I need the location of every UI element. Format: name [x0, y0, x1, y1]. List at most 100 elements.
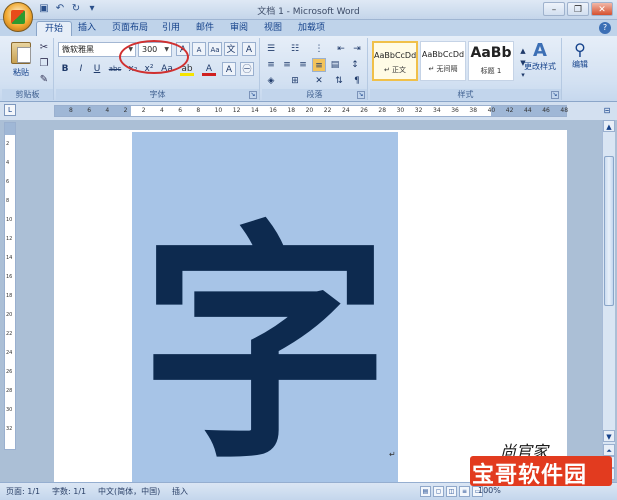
tab-references[interactable]: 引用 [154, 21, 188, 36]
editing-label: 编辑 [572, 60, 588, 69]
increase-indent-icon[interactable]: ⇥ [350, 42, 364, 56]
page[interactable]: 字 ↵ [54, 130, 567, 500]
numbering-icon[interactable]: ☷ [288, 42, 302, 56]
align-center-icon[interactable]: ≡ [280, 58, 294, 72]
restore-button[interactable]: ❐ [567, 2, 589, 16]
tab-view[interactable]: 视图 [256, 21, 290, 36]
strikethrough-button[interactable]: abc [108, 62, 122, 76]
help-icon[interactable]: ? [599, 22, 611, 34]
editing-button[interactable]: ⚲ 编辑 [566, 40, 594, 70]
vertical-ruler-tick: 4 [6, 160, 10, 166]
full-screen-icon[interactable]: ▢ [433, 486, 444, 497]
paragraph-dialog-launcher-icon[interactable]: ↘ [357, 91, 365, 99]
vertical-ruler[interactable]: 2 4 6 8 10 12 14 16 18 20 22 24 26 28 30 32 [4, 122, 16, 450]
print-layout-icon[interactable]: ▤ [420, 486, 431, 497]
paste-button[interactable]: 粘贴 [8, 40, 34, 86]
ruler-tick: 48 [560, 107, 569, 114]
tab-page-layout[interactable]: 页面布局 [104, 21, 156, 36]
enclose-characters-button[interactable]: ㊀ [240, 62, 254, 76]
document-character[interactable]: 字 [132, 222, 398, 472]
vertical-ruler-tick: 6 [6, 179, 10, 185]
top-margin-area [5, 123, 15, 135]
style-heading-1[interactable]: AaBb 标题 1 [468, 41, 514, 81]
previous-page-icon[interactable]: ⏶ [603, 444, 615, 456]
office-logo-icon [11, 10, 25, 24]
horizontal-ruler[interactable]: 8 6 4 2 2 4 6 8 10 12 14 16 18 20 22 24 26 28 30 32 34 36 38 40… [54, 105, 569, 117]
vertical-ruler-tick: 24 [6, 350, 13, 356]
underline-button[interactable]: U [90, 62, 104, 76]
justify-icon[interactable]: ≡ [312, 58, 326, 72]
align-left-icon[interactable]: ≡ [264, 58, 278, 72]
chinese-layout-icon[interactable]: ✕ [312, 74, 326, 88]
tab-insert[interactable]: 插入 [70, 21, 104, 36]
shrink-font-button[interactable]: A [192, 42, 206, 56]
character-shading-button[interactable]: A [222, 62, 236, 76]
tab-mailings[interactable]: 邮件 [188, 21, 222, 36]
vertical-ruler-tick: 16 [6, 274, 13, 280]
ribbon: 粘贴 ✂ ❐ ✎ 剪贴板 微软雅黑 ▼ 300 ▼ A A Aa 文 A B I… [0, 36, 617, 102]
cut-icon[interactable]: ✂ [38, 42, 50, 54]
document-area[interactable]: 字 ↵ [18, 120, 598, 500]
view-ruler-icon[interactable]: ⊟ [601, 105, 613, 117]
ruler-tick: 6 [178, 107, 183, 114]
window-controls: – ❐ ✕ [543, 2, 613, 16]
text-selection[interactable]: 字 ↵ [132, 132, 398, 500]
align-right-icon[interactable]: ≡ [296, 58, 310, 72]
distributed-icon[interactable]: ▤ [328, 58, 342, 72]
copy-icon[interactable]: ❐ [38, 58, 50, 70]
borders-icon[interactable]: ⊞ [288, 74, 302, 88]
minimize-button[interactable]: – [543, 2, 565, 16]
phonetic-guide-button[interactable]: 文 [224, 42, 238, 56]
show-marks-icon[interactable]: ¶ [350, 74, 364, 88]
font-name-value: 微软雅黑 [62, 45, 94, 54]
format-painter-icon[interactable]: ✎ [38, 74, 50, 86]
clipboard-group: 粘贴 ✂ ❐ ✎ 剪贴板 [2, 38, 54, 100]
scroll-thumb[interactable] [604, 156, 614, 306]
styles-group-label: 样式 [370, 89, 561, 100]
bullets-icon[interactable]: ☰ [264, 42, 278, 56]
vertical-scrollbar[interactable]: ▲ ▼ ⏶ ● ⏷ [602, 120, 615, 480]
watermark-brand: 宝哥软件园 [472, 463, 588, 488]
ruler-tick: 38 [469, 107, 478, 114]
outline-icon[interactable]: ≡ [459, 486, 470, 497]
ruler-tick: 2 [141, 107, 146, 114]
italic-button[interactable]: I [74, 62, 88, 76]
styles-dialog-launcher-icon[interactable]: ↘ [551, 91, 559, 99]
status-mode[interactable]: 插入 [172, 486, 188, 497]
shading-icon[interactable]: ◈ [264, 74, 278, 88]
style-no-spacing[interactable]: AaBbCcDd ↵ 无间隔 [420, 41, 466, 81]
decrease-indent-icon[interactable]: ⇤ [334, 42, 348, 56]
ribbon-tabs: 开始 插入 页面布局 引用 邮件 审阅 视图 加载项 ? [0, 20, 617, 36]
office-button[interactable] [3, 2, 33, 32]
change-styles-icon: A [533, 40, 547, 61]
change-case-button[interactable]: Aa [208, 42, 222, 56]
web-layout-icon[interactable]: ◫ [446, 486, 457, 497]
sort-icon[interactable]: ⇅ [332, 74, 346, 88]
character-border-button[interactable]: A [242, 42, 256, 56]
tab-selector-icon[interactable]: L [4, 104, 16, 116]
close-button[interactable]: ✕ [591, 2, 613, 16]
multilevel-list-icon[interactable]: ⋮ [312, 42, 326, 56]
tab-addins[interactable]: 加载项 [290, 21, 333, 36]
vertical-ruler-tick: 26 [6, 369, 13, 375]
tab-home[interactable]: 开始 [36, 21, 73, 36]
scroll-down-icon[interactable]: ▼ [603, 430, 615, 442]
font-color-button[interactable]: A [202, 62, 216, 76]
ruler-tick: 12 [232, 107, 241, 114]
bold-button[interactable]: B [58, 62, 72, 76]
ruler-tick: 36 [451, 107, 459, 114]
status-language[interactable]: 中文(简体，中国) [98, 486, 160, 497]
style-normal[interactable]: AaBbCcDd ↵ 正文 [372, 41, 418, 81]
scroll-up-icon[interactable]: ▲ [603, 120, 615, 132]
line-spacing-icon[interactable]: ↕ [348, 58, 362, 72]
ruler-tick: 44 [524, 107, 532, 114]
vertical-ruler-tick: 18 [6, 293, 13, 299]
ruler-tick: 30 [396, 107, 405, 114]
tab-review[interactable]: 审阅 [222, 21, 256, 36]
status-words[interactable]: 字数: 1/1 [52, 486, 86, 497]
font-dialog-launcher-icon[interactable]: ↘ [249, 91, 257, 99]
status-page[interactable]: 页面: 1/1 [6, 486, 40, 497]
change-styles-button[interactable]: A 更改样式 [522, 40, 558, 72]
ruler-tick: 8 [196, 107, 201, 114]
ruler-tick: 4 [105, 107, 110, 114]
